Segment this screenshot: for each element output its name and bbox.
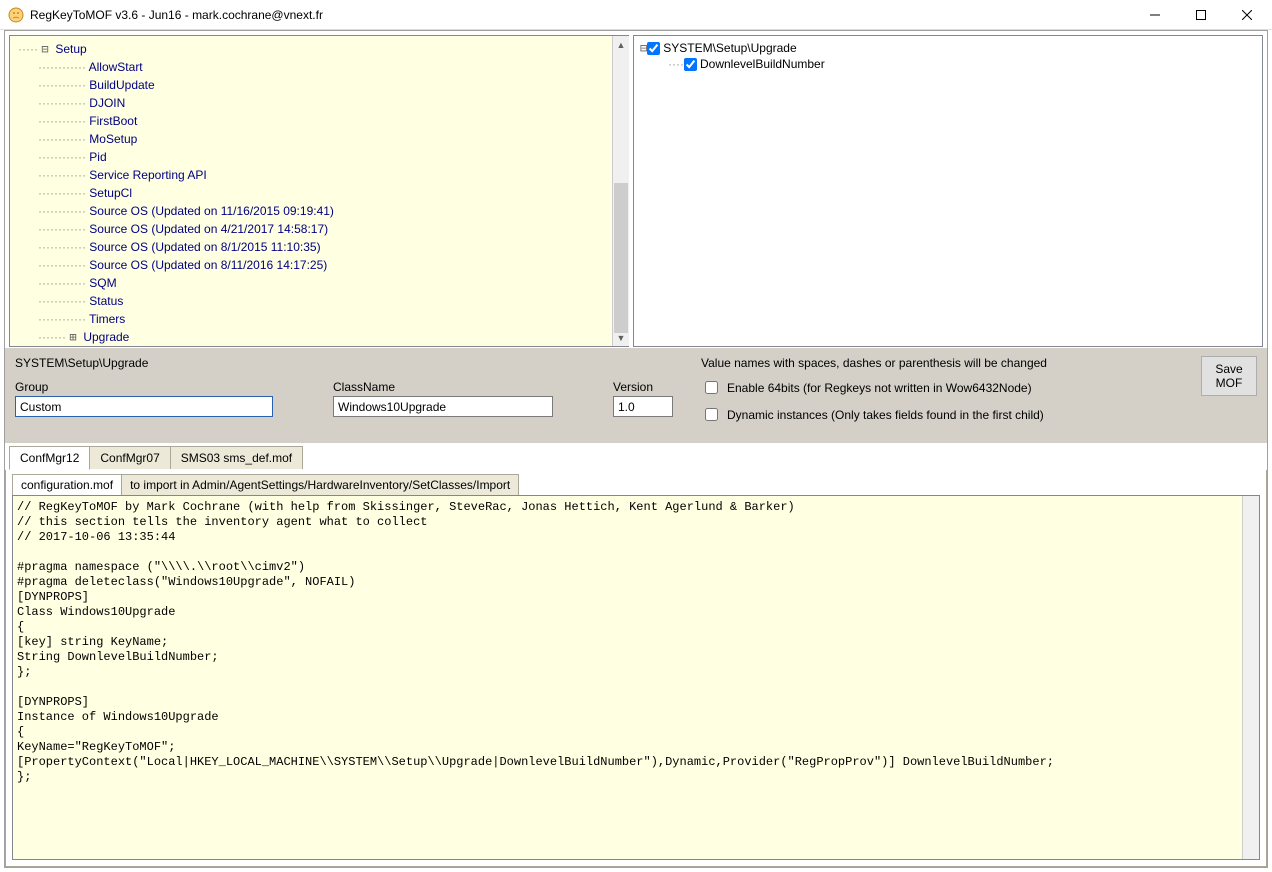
tree-root-label: Setup (55, 42, 86, 56)
tree-item-label: Upgrade (83, 330, 129, 344)
tree-item[interactable]: ············ SQM (18, 274, 609, 292)
tree-item-label: Source OS (Updated on 8/1/2015 11:10:35) (89, 240, 320, 254)
tree-item[interactable]: ············ DJOIN (18, 94, 609, 112)
value-names-note: Value names with spaces, dashes or paren… (701, 356, 1047, 370)
scroll-thumb[interactable] (614, 183, 628, 333)
subtab-import[interactable]: to import in Admin/AgentSettings/Hardwar… (121, 474, 519, 495)
checktree-root-label: SYSTEM\Setup\Upgrade (663, 41, 796, 55)
tree-item[interactable]: ············ FirstBoot (18, 112, 609, 130)
output-tabs: ConfMgr12 ConfMgr07 SMS03 sms_def.mof co… (5, 443, 1267, 867)
checktree-child-checkbox[interactable] (684, 58, 697, 71)
code-scrollbar[interactable] (1242, 496, 1259, 859)
version-field-block: Version (613, 380, 673, 417)
checktree-child-label: DownlevelBuildNumber (700, 57, 825, 71)
registry-path: SYSTEM\Setup\Upgrade (15, 356, 673, 370)
tree-item[interactable]: ············ SetupCl (18, 184, 609, 202)
maximize-button[interactable] (1178, 1, 1224, 29)
content: ·····⊟ Setup ············ AllowStart····… (4, 30, 1268, 868)
tree-item-label: Source OS (Updated on 11/16/2015 09:19:4… (89, 204, 334, 218)
dynamic-instances-option[interactable]: Dynamic instances (Only takes fields fou… (701, 405, 1047, 424)
classname-input[interactable] (333, 396, 553, 417)
settings-panel: SYSTEM\Setup\Upgrade Group ClassName Ver… (5, 347, 1267, 443)
selection-tree-pane: ⊟SYSTEM\Setup\Upgrade ····DownlevelBuild… (633, 35, 1263, 347)
checktree-child[interactable]: ····DownlevelBuildNumber (640, 56, 1256, 72)
tree-item-label: Pid (89, 150, 106, 164)
tree-item-upgrade[interactable]: ·······⊞ Upgrade (18, 328, 609, 346)
tree-item[interactable]: ············ AllowStart (18, 58, 609, 76)
tree-item[interactable]: ············ Service Reporting API (18, 166, 609, 184)
tree-item[interactable]: ············ Source OS (Updated on 8/11/… (18, 256, 609, 274)
scroll-up-icon[interactable]: ▲ (613, 36, 629, 53)
tree-item-label: DJOIN (89, 96, 125, 110)
dynamic-instances-checkbox[interactable] (705, 408, 718, 421)
code-text: // RegKeyToMOF by Mark Cochrane (with he… (17, 500, 1054, 784)
tree-item[interactable]: ············ Status (18, 292, 609, 310)
version-label: Version (613, 380, 673, 394)
tree-item[interactable]: ············ Source OS (Updated on 11/16… (18, 202, 609, 220)
tree-item-label: FirstBoot (89, 114, 137, 128)
tab-confmgr07[interactable]: ConfMgr07 (89, 446, 170, 469)
tree-item[interactable]: ············ Timers (18, 310, 609, 328)
tree-item[interactable]: ············ MoSetup (18, 130, 609, 148)
titlebar: RegKeyToMOF v3.6 - Jun16 - mark.cochrane… (0, 0, 1272, 30)
registry-tree-pane: ·····⊟ Setup ············ AllowStart····… (9, 35, 629, 347)
tree-item[interactable]: ············ Source OS (Updated on 4/21/… (18, 220, 609, 238)
registry-tree[interactable]: ·····⊟ Setup ············ AllowStart····… (10, 36, 629, 347)
tree-item-label: Service Reporting API (89, 168, 206, 182)
tab-row-1: ConfMgr12 ConfMgr07 SMS03 sms_def.mof (5, 444, 1267, 470)
save-button-line2: MOF (1216, 376, 1243, 390)
tree-item-label: Source OS (Updated on 4/21/2017 14:58:17… (89, 222, 328, 236)
tree-item-label: BuildUpdate (89, 78, 154, 92)
enable-64bits-checkbox[interactable] (705, 381, 718, 394)
tab-confmgr12[interactable]: ConfMgr12 (9, 446, 90, 470)
save-button-line1: Save (1215, 362, 1242, 376)
save-mof-button[interactable]: Save MOF (1201, 356, 1257, 396)
tab-row-2: configuration.mof to import in Admin/Age… (6, 470, 1266, 495)
code-output[interactable]: // RegKeyToMOF by Mark Cochrane (with he… (12, 495, 1260, 860)
enable-64bits-option[interactable]: Enable 64bits (for Regkeys not written i… (701, 378, 1047, 397)
group-label: Group (15, 380, 273, 394)
window-controls (1132, 1, 1270, 29)
tree-item-label: MoSetup (89, 132, 137, 146)
window-title: RegKeyToMOF v3.6 - Jun16 - mark.cochrane… (30, 8, 1132, 22)
tree-root[interactable]: ·····⊟ Setup (18, 40, 609, 58)
options-block: Value names with spaces, dashes or paren… (701, 356, 1047, 424)
top-panes: ·····⊟ Setup ············ AllowStart····… (5, 31, 1267, 347)
group-field-block: Group (15, 380, 273, 417)
enable-64bits-label: Enable 64bits (for Regkeys not written i… (727, 381, 1032, 395)
classname-label: ClassName (333, 380, 553, 394)
group-input[interactable] (15, 396, 273, 417)
checktree-root[interactable]: ⊟SYSTEM\Setup\Upgrade (640, 40, 1256, 56)
version-input[interactable] (613, 396, 673, 417)
tree-item-label: Timers (89, 312, 125, 326)
tree-item-label: Status (89, 294, 123, 308)
tree-item-label: SetupCl (89, 186, 132, 200)
dynamic-instances-label: Dynamic instances (Only takes fields fou… (727, 408, 1044, 422)
tree-item-label: SQM (89, 276, 116, 290)
classname-field-block: ClassName (333, 380, 553, 417)
tree-scrollbar[interactable]: ▲ ▼ (612, 36, 629, 346)
tree-item[interactable]: ············ BuildUpdate (18, 76, 609, 94)
app-icon (8, 7, 24, 23)
minimize-button[interactable] (1132, 1, 1178, 29)
tree-item[interactable]: ············ Source OS (Updated on 8/1/2… (18, 238, 609, 256)
tab-content: configuration.mof to import in Admin/Age… (5, 470, 1267, 867)
checktree-root-checkbox[interactable] (647, 42, 660, 55)
tab-sms03[interactable]: SMS03 sms_def.mof (170, 446, 303, 469)
close-button[interactable] (1224, 1, 1270, 29)
subtab-configuration-mof[interactable]: configuration.mof (12, 474, 122, 496)
tree-item-label: AllowStart (89, 60, 143, 74)
tree-item-label: Source OS (Updated on 8/11/2016 14:17:25… (89, 258, 327, 272)
tree-item[interactable]: ············ Pid (18, 148, 609, 166)
